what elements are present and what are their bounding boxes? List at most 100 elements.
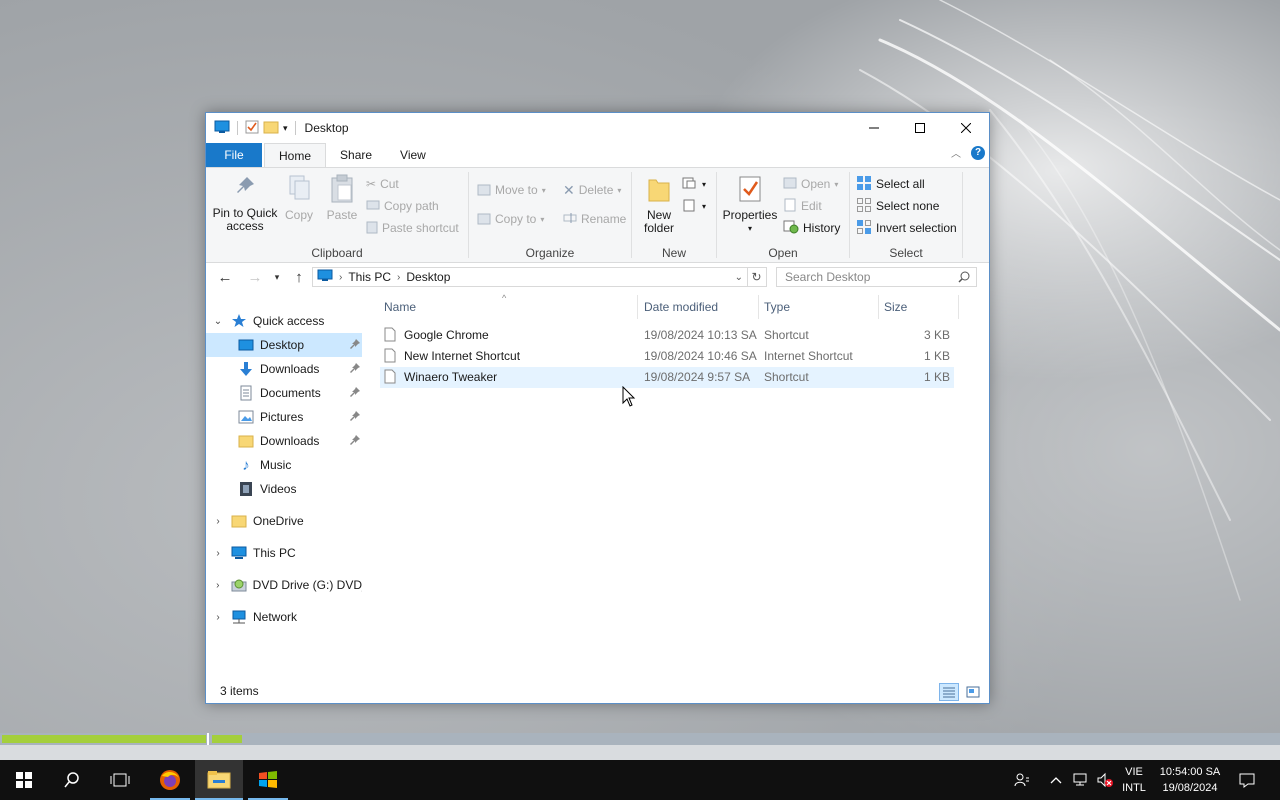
copy-button[interactable]: Copy xyxy=(284,174,314,222)
this-pc-icon[interactable] xyxy=(214,120,230,137)
column-header-type[interactable]: Type xyxy=(764,293,874,321)
column-header-date-modified[interactable]: Date modified xyxy=(644,293,756,321)
file-row[interactable]: Winaero Tweaker 19/08/2024 9:57 SA Short… xyxy=(380,367,954,388)
task-view-button[interactable] xyxy=(96,760,144,800)
maximize-button[interactable] xyxy=(897,113,943,143)
column-header-size[interactable]: Size xyxy=(884,293,954,321)
sidebar-item-desktop[interactable]: Desktop xyxy=(206,333,362,357)
open-button[interactable]: Open ▾ xyxy=(783,174,838,194)
pin-to-quick-access-button[interactable]: Pin to Quick access xyxy=(212,174,278,233)
file-type: Internet Shortcut xyxy=(764,349,853,363)
select-none-button[interactable]: Select none xyxy=(856,196,939,216)
search-input[interactable]: Search Desktop xyxy=(776,267,977,287)
up-arrow-icon[interactable]: ↑ xyxy=(290,268,308,286)
help-icon[interactable]: ? xyxy=(971,145,985,160)
search-button[interactable] xyxy=(48,760,96,800)
pin-icon[interactable] xyxy=(350,338,360,352)
system-clock[interactable]: 10:54:00 SA 19/08/2024 xyxy=(1152,764,1228,796)
file-explorer-taskbar-button[interactable] xyxy=(195,760,243,800)
pin-icon[interactable] xyxy=(350,434,360,448)
copy-to-button[interactable]: Copy to ▾ xyxy=(477,209,544,229)
address-bar[interactable]: › This PC › Desktop ⌄ xyxy=(312,267,748,287)
file-explorer-icon xyxy=(207,771,231,789)
paste-button[interactable]: Paste xyxy=(324,174,360,222)
select-label: Select xyxy=(889,246,923,260)
large-icons-view-icon[interactable] xyxy=(963,683,983,701)
history-button[interactable]: History xyxy=(783,218,840,238)
expand-chevron-icon[interactable]: › xyxy=(211,612,225,623)
tab-file[interactable]: File xyxy=(206,143,262,167)
collapse-chevron-icon[interactable]: ⌄ xyxy=(211,316,225,327)
pin-icon[interactable] xyxy=(350,386,360,400)
sidebar-item-documents[interactable]: Documents xyxy=(206,381,362,405)
address-dropdown-icon[interactable]: ⌄ xyxy=(735,272,743,283)
tab-view[interactable]: View xyxy=(386,143,440,167)
edit-button[interactable]: Edit xyxy=(783,196,822,216)
column-header-name[interactable]: Name xyxy=(384,293,634,321)
tab-share[interactable]: Share xyxy=(326,143,386,167)
delete-button[interactable]: ✕ Delete ▾ xyxy=(563,180,621,200)
pictures-icon xyxy=(238,409,254,425)
cut-button[interactable]: ✂ Cut xyxy=(366,174,399,194)
breadcrumb-this-pc[interactable]: This PC xyxy=(348,270,391,284)
shortcut-file-icon xyxy=(384,369,396,387)
rename-button[interactable]: Rename xyxy=(563,209,626,229)
sidebar-item-downloads[interactable]: Downloads xyxy=(206,357,362,381)
winaero-taskbar-button[interactable] xyxy=(244,760,292,800)
collapse-ribbon-icon[interactable]: ︿ xyxy=(951,145,961,160)
customize-quick-access-icon[interactable]: ▾ xyxy=(283,123,288,134)
tab-home[interactable]: Home xyxy=(264,143,327,167)
mouse-cursor-icon xyxy=(622,386,636,407)
navigation-bar: ← → ▾ ↑ › This PC › Desktop ⌄ ↻ Search D… xyxy=(206,261,989,293)
sidebar-item-dvd-drive[interactable]: › DVD Drive (G:) DVD_F xyxy=(206,573,362,597)
copy-path-button[interactable]: Copy path xyxy=(366,196,439,216)
sidebar-item-downloads-folder[interactable]: Downloads xyxy=(206,429,362,453)
breadcrumb-separator-icon: › xyxy=(339,271,343,283)
title-bar[interactable]: ▾ Desktop xyxy=(206,113,989,143)
easy-access-button[interactable]: ▾ xyxy=(682,196,706,216)
file-row[interactable]: New Internet Shortcut 19/08/2024 10:46 S… xyxy=(380,346,954,367)
invert-selection-button[interactable]: Invert selection xyxy=(856,218,957,238)
paste-shortcut-button[interactable]: Paste shortcut xyxy=(366,218,459,238)
properties-button[interactable]: Properties ▾ xyxy=(721,174,779,235)
breadcrumb-desktop[interactable]: Desktop xyxy=(406,270,450,284)
close-button[interactable] xyxy=(943,113,989,143)
sidebar-item-videos[interactable]: Videos xyxy=(206,477,362,501)
firefox-taskbar-button[interactable] xyxy=(146,760,194,800)
people-icon[interactable] xyxy=(1010,760,1034,800)
recent-locations-chevron-icon[interactable]: ▾ xyxy=(268,268,286,286)
sidebar-item-this-pc[interactable]: › This PC xyxy=(206,541,362,565)
sidebar-item-pictures[interactable]: Pictures xyxy=(206,405,362,429)
pin-icon[interactable] xyxy=(350,410,360,424)
pin-icon[interactable] xyxy=(350,362,360,376)
sidebar-item-quick-access[interactable]: ⌄ Quick access xyxy=(206,309,362,333)
file-date: 19/08/2024 9:57 SA xyxy=(644,370,751,384)
new-item-button[interactable]: ▾ xyxy=(682,174,706,194)
refresh-icon[interactable]: ↻ xyxy=(747,267,767,287)
select-all-button[interactable]: Select all xyxy=(856,174,925,194)
taskbar: VIE INTL 10:54:00 SA 19/08/2024 xyxy=(0,760,1280,800)
sidebar-item-onedrive[interactable]: › OneDrive xyxy=(206,509,362,533)
move-to-button[interactable]: Move to ▾ xyxy=(477,180,546,200)
start-button[interactable] xyxy=(0,760,48,800)
file-row[interactable]: Google Chrome 19/08/2024 10:13 SA Shortc… xyxy=(380,325,954,346)
expand-chevron-icon[interactable]: › xyxy=(211,580,225,591)
volume-muted-icon[interactable] xyxy=(1094,760,1116,800)
expand-chevron-icon[interactable]: › xyxy=(211,516,225,527)
sidebar-item-network[interactable]: › Network xyxy=(206,605,362,629)
show-hidden-icons-chevron-icon[interactable] xyxy=(1046,760,1066,800)
forward-arrow-icon[interactable]: → xyxy=(246,268,264,286)
expand-chevron-icon[interactable]: › xyxy=(211,548,225,559)
input-language-indicator[interactable]: VIE INTL xyxy=(1117,764,1151,796)
new-folder-button[interactable]: New folder xyxy=(638,174,680,235)
properties-quick-icon[interactable] xyxy=(245,120,259,137)
new-folder-quick-icon[interactable] xyxy=(263,120,279,137)
open-icon xyxy=(783,176,797,193)
sidebar-item-music[interactable]: ♪ Music xyxy=(206,453,362,477)
minimize-button[interactable] xyxy=(851,113,897,143)
network-status-icon[interactable] xyxy=(1070,760,1092,800)
music-note-icon: ♪ xyxy=(242,456,250,474)
notifications-icon[interactable] xyxy=(1234,760,1260,800)
back-arrow-icon[interactable]: ← xyxy=(216,268,234,286)
details-view-icon[interactable] xyxy=(939,683,959,701)
